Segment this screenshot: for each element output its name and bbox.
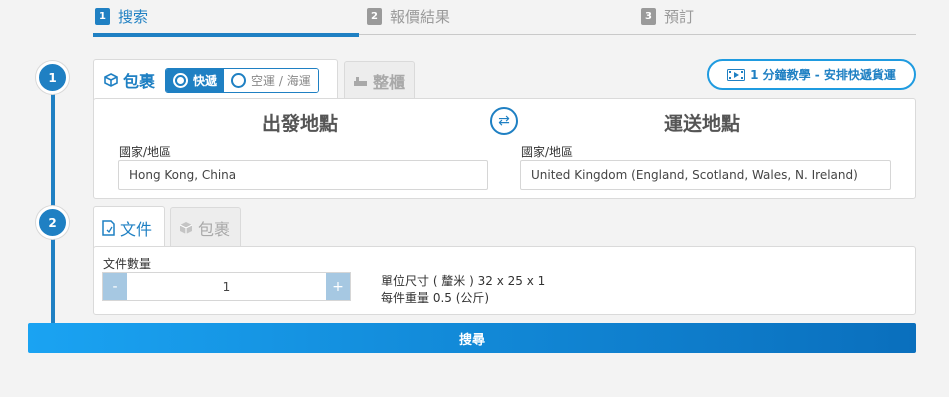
timeline-line (51, 78, 55, 328)
origin-country-input[interactable]: Hong Kong, China (118, 160, 488, 190)
tab-parcel[interactable]: 包裹 快遞 空運 / 海運 (93, 59, 338, 100)
tab-package-title: 包裹 (179, 216, 230, 240)
video-icon (727, 68, 746, 81)
timeline-step-1: 1 (36, 61, 69, 94)
unit-weight-text: 每件重量 0.5 (公斤) (381, 291, 490, 305)
express-option[interactable]: 快遞 (166, 68, 225, 92)
destination-country-label: 國家/地區 (521, 145, 574, 159)
step-number: 2 (367, 8, 382, 25)
destination-title: 運送地點 (664, 113, 741, 135)
step-label: 預訂 (664, 8, 695, 26)
decrement-button[interactable]: - (103, 273, 127, 300)
step-booking[interactable]: 3 預訂 (641, 6, 694, 27)
quantity-value[interactable]: 1 (127, 273, 326, 300)
tab-container-title: 整櫃 (353, 69, 405, 93)
step-progress-bar: 1 搜索 2 報價結果 3 預訂 (93, 0, 916, 38)
origin-country-label: 國家/地區 (119, 145, 172, 159)
tutorial-button[interactable]: 1 分鐘教學 - 安排快遞貨運 (707, 59, 916, 90)
express-label: 快遞 (193, 73, 218, 88)
step-label: 搜索 (118, 8, 149, 26)
unit-size-text: 單位尺寸 ( 釐米 ) 32 x 25 x 1 (381, 274, 546, 288)
tab-parcel-label: 包裹 (123, 72, 156, 91)
swap-locations-button[interactable]: ⇄ (490, 107, 518, 135)
tab-package[interactable]: 包裹 (170, 207, 241, 247)
document-icon (102, 219, 115, 236)
step-search[interactable]: 1 搜索 (95, 6, 148, 27)
step-number: 3 (641, 8, 656, 25)
steps-active-indicator (93, 33, 359, 37)
origin-title: 出發地點 (262, 113, 339, 135)
tab-document[interactable]: 文件 (93, 206, 165, 248)
air-sea-option[interactable]: 空運 / 海運 (224, 68, 318, 92)
box-icon (104, 73, 118, 87)
quantity-stepper: - 1 + (102, 272, 351, 301)
tab-document-label: 文件 (120, 219, 153, 239)
tab-parcel-title: 包裹 (104, 68, 155, 92)
search-button[interactable]: 搜尋 (28, 323, 916, 353)
tutorial-label: 1 分鐘教學 - 安排快遞貨運 (750, 68, 896, 82)
timeline-step-2: 2 (36, 206, 69, 239)
step-quote-results[interactable]: 2 報價結果 (367, 6, 450, 27)
document-qty-label: 文件數量 (103, 257, 152, 271)
destination-country-input[interactable]: United Kingdom (England, Scotland, Wales… (520, 160, 891, 190)
tab-package-label: 包裹 (198, 219, 231, 239)
tab-container-label: 整櫃 (373, 72, 406, 92)
air-sea-label: 空運 / 海運 (251, 73, 311, 88)
radio-selected-icon (173, 72, 189, 88)
radio-unselected-icon (231, 72, 247, 88)
tab-container[interactable]: 整櫃 (344, 61, 415, 99)
truck-icon (354, 76, 367, 86)
tab-document-title: 文件 (102, 216, 152, 240)
box-icon (179, 221, 193, 234)
step-number: 1 (95, 8, 110, 25)
shipping-mode-toggle: 快遞 空運 / 海運 (165, 67, 319, 93)
swap-icon: ⇄ (498, 113, 510, 129)
increment-button[interactable]: + (326, 273, 350, 300)
step-label: 報價結果 (390, 8, 451, 26)
